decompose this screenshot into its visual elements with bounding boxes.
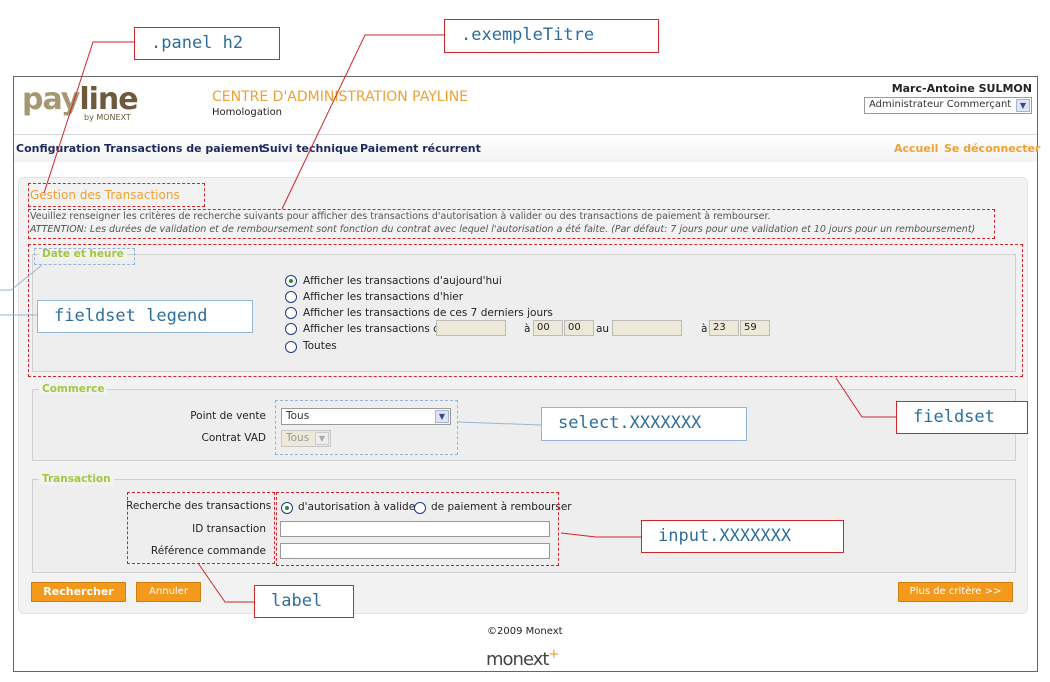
annotation-fieldset-legend: fieldset legend: [37, 300, 253, 333]
logo-byline: by MONEXT: [84, 113, 131, 122]
menu-item-transactions[interactable]: Transactions de paiement: [104, 142, 264, 155]
select-highlight: [275, 400, 458, 455]
user-name: Marc-Antoine SULMON: [891, 82, 1032, 95]
annotation-label: label: [254, 585, 354, 618]
plus-icon: +: [548, 647, 559, 662]
annotation-fieldset: fieldset: [896, 401, 1028, 434]
payline-logo[interactable]: payline by MONEXT: [22, 82, 139, 123]
logo-wordmark: payline: [22, 82, 139, 117]
monext-logo-text: monext: [486, 649, 549, 670]
contrat-vad-label: Contrat VAD: [201, 432, 266, 444]
annotation-example-title: .exempleTitre: [444, 19, 659, 53]
panel-title-highlight: [28, 183, 205, 207]
monext-logo: monext+: [486, 647, 559, 670]
search-button[interactable]: Rechercher: [31, 582, 126, 602]
cancel-button[interactable]: Annuler: [136, 582, 201, 602]
menu-item-suivi-technique[interactable]: Suivi technique: [262, 142, 358, 155]
menu-item-paiement-recurrent[interactable]: Paiement récurrent: [360, 142, 481, 155]
label-highlight: [127, 492, 275, 564]
app-title: CENTRE D'ADMINISTRATION PAYLINE: [212, 89, 469, 105]
copyright: ©2009 Monext: [487, 626, 563, 637]
commerce-legend: Commerce: [39, 383, 108, 395]
environment-label: Homologation: [212, 107, 283, 118]
home-link[interactable]: Accueil: [894, 142, 938, 155]
input-highlight: [276, 492, 559, 566]
transaction-legend: Transaction: [39, 473, 114, 485]
role-select-value: Administrateur Commerçant: [869, 99, 1012, 110]
role-select[interactable]: Administrateur Commerçant ▼: [864, 97, 1032, 114]
description-highlight: [28, 209, 995, 239]
logout-link[interactable]: Se déconnecter: [944, 142, 1040, 155]
chevron-down-icon: ▼: [1016, 99, 1030, 112]
annotation-select: select.XXXXXXX: [541, 407, 747, 441]
point-de-vente-label: Point de vente: [190, 410, 266, 422]
commerce-fieldset: [32, 389, 1016, 461]
menu-item-configuration[interactable]: Configuration: [16, 142, 101, 155]
annotation-input: input.XXXXXXX: [641, 520, 844, 553]
more-criteria-button[interactable]: Plus de critère >>: [898, 582, 1013, 602]
annotation-panel-h2: .panel h2: [134, 27, 280, 60]
